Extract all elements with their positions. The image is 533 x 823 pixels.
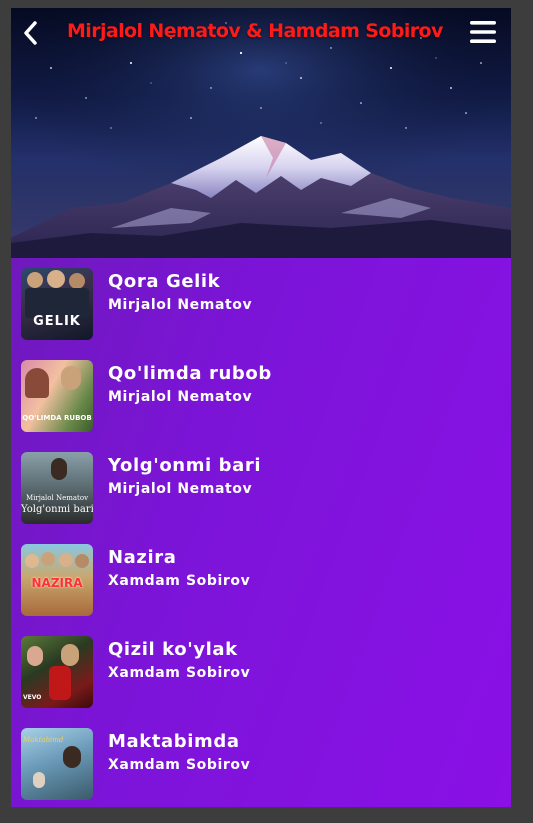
song-artist: Mirjalol Nematov [108, 481, 253, 497]
song-artist: Mirjalol Nematov [108, 297, 253, 313]
song-title: Nazira [108, 547, 177, 568]
thumbnail-caption: Yolg'onmi bari [21, 504, 93, 515]
song-title: Qizil ko'ylak [108, 639, 238, 660]
song-thumbnail: VEVO [21, 636, 93, 708]
vevo-logo: VEVO [23, 694, 42, 701]
app-screen: Mirjalol Nematov & Hamdam Sobirov GELIK … [11, 8, 511, 807]
back-button[interactable] [17, 16, 47, 50]
song-artist: Xamdam Sobirov [108, 573, 251, 589]
thumbnail-caption: QO'LIMDA RUBOB [22, 414, 92, 422]
page-title: Mirjalol Nematov & Hamdam Sobirov [67, 20, 443, 42]
song-thumbnail: GELIK [21, 268, 93, 340]
thumbnail-caption: Maktabimda [23, 736, 63, 744]
song-title: Qo'limda rubob [108, 363, 272, 384]
song-thumbnail: Mirjalol Nematov Yolg'onmi bari [21, 452, 93, 524]
song-artist: Mirjalol Nematov [108, 389, 253, 405]
song-thumbnail: Maktabimda [21, 728, 93, 800]
song-artist: Xamdam Sobirov [108, 665, 251, 681]
chevron-left-icon [24, 21, 37, 45]
song-thumbnail: QO'LIMDA RUBOB [21, 360, 93, 432]
song-item[interactable]: NAZIRA Nazira Xamdam Sobirov [11, 534, 511, 626]
song-title: Yolg'onmi bari [108, 455, 262, 476]
song-thumbnail: NAZIRA [21, 544, 93, 616]
menu-button[interactable] [469, 18, 497, 46]
thumbnail-caption: GELIK [33, 314, 81, 329]
song-item[interactable]: GELIK Qora Gelik Mirjalol Nematov [11, 258, 511, 350]
song-title: Maktabimda [108, 731, 240, 752]
song-list: GELIK Qora Gelik Mirjalol Nematov QO'LIM… [11, 258, 511, 807]
thumbnail-subcaption: Mirjalol Nematov [25, 494, 89, 502]
hero-banner: Mirjalol Nematov & Hamdam Sobirov [11, 8, 511, 258]
song-item[interactable]: QO'LIMDA RUBOB Qo'limda rubob Mirjalol N… [11, 350, 511, 442]
top-bar: Mirjalol Nematov & Hamdam Sobirov [11, 8, 511, 58]
song-item[interactable]: Mirjalol Nematov Yolg'onmi bari Yolg'onm… [11, 442, 511, 534]
song-title: Qora Gelik [108, 271, 221, 292]
song-item[interactable]: VEVO Qizil ko'ylak Xamdam Sobirov [11, 626, 511, 718]
thumbnail-caption: NAZIRA [31, 576, 83, 590]
song-item[interactable]: Maktabimda Maktabimda Xamdam Sobirov [11, 718, 511, 807]
song-artist: Xamdam Sobirov [108, 757, 251, 773]
hamburger-menu-icon [470, 21, 496, 43]
